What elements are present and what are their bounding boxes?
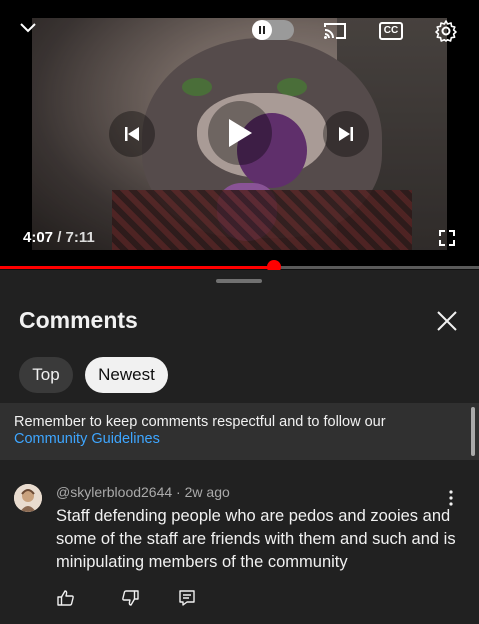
sort-chip-top[interactable]: Top xyxy=(19,357,73,393)
community-notice: Remember to keep comments respectful and… xyxy=(0,403,479,460)
community-guidelines-link[interactable]: Community Guidelines xyxy=(14,431,160,447)
duration: 7:11 xyxy=(65,229,95,246)
next-icon[interactable] xyxy=(323,111,369,157)
previous-icon[interactable] xyxy=(109,111,155,157)
collapse-chevron-icon[interactable] xyxy=(14,16,42,40)
close-icon[interactable] xyxy=(430,304,464,338)
meta-separator: · xyxy=(172,484,185,500)
time-separator: / xyxy=(53,229,66,246)
captions-label: CC xyxy=(378,22,404,40)
playback-time: 4:07 / 7:11 xyxy=(23,229,95,246)
avatar[interactable] xyxy=(14,484,42,512)
dislike-icon[interactable] xyxy=(120,588,140,608)
settings-gear-icon[interactable] xyxy=(432,17,460,45)
notice-text: Remember to keep comments respectful and… xyxy=(14,414,386,430)
current-time: 4:07 xyxy=(23,229,54,246)
comment-age: 2w ago xyxy=(184,484,230,500)
sort-chip-newest[interactable]: Newest xyxy=(85,357,168,393)
reply-icon[interactable] xyxy=(177,588,197,608)
comments-title: Comments xyxy=(19,307,138,333)
comment-meta: @skylerblood2644 · 2w ago xyxy=(56,484,230,500)
like-icon[interactable] xyxy=(56,588,76,608)
captions-icon[interactable]: CC xyxy=(376,18,406,44)
cast-icon[interactable] xyxy=(320,18,350,44)
autoplay-pause-icon xyxy=(252,20,272,40)
play-icon[interactable] xyxy=(208,101,272,165)
fullscreen-icon[interactable] xyxy=(434,226,460,250)
drag-handle[interactable] xyxy=(216,279,262,283)
comments-panel: Comments Top Newest Remember to keep com… xyxy=(0,270,479,624)
video-player[interactable]: CC 4:07 / 7:11 xyxy=(0,0,479,268)
comment-author[interactable]: @skylerblood2644 xyxy=(56,484,172,500)
comment-text: Staff defending people who are pedos and… xyxy=(56,507,456,571)
autoplay-toggle[interactable] xyxy=(252,20,294,40)
progress-bar[interactable] xyxy=(0,260,479,274)
scrollbar[interactable] xyxy=(471,407,475,456)
progress-fill xyxy=(0,266,275,269)
